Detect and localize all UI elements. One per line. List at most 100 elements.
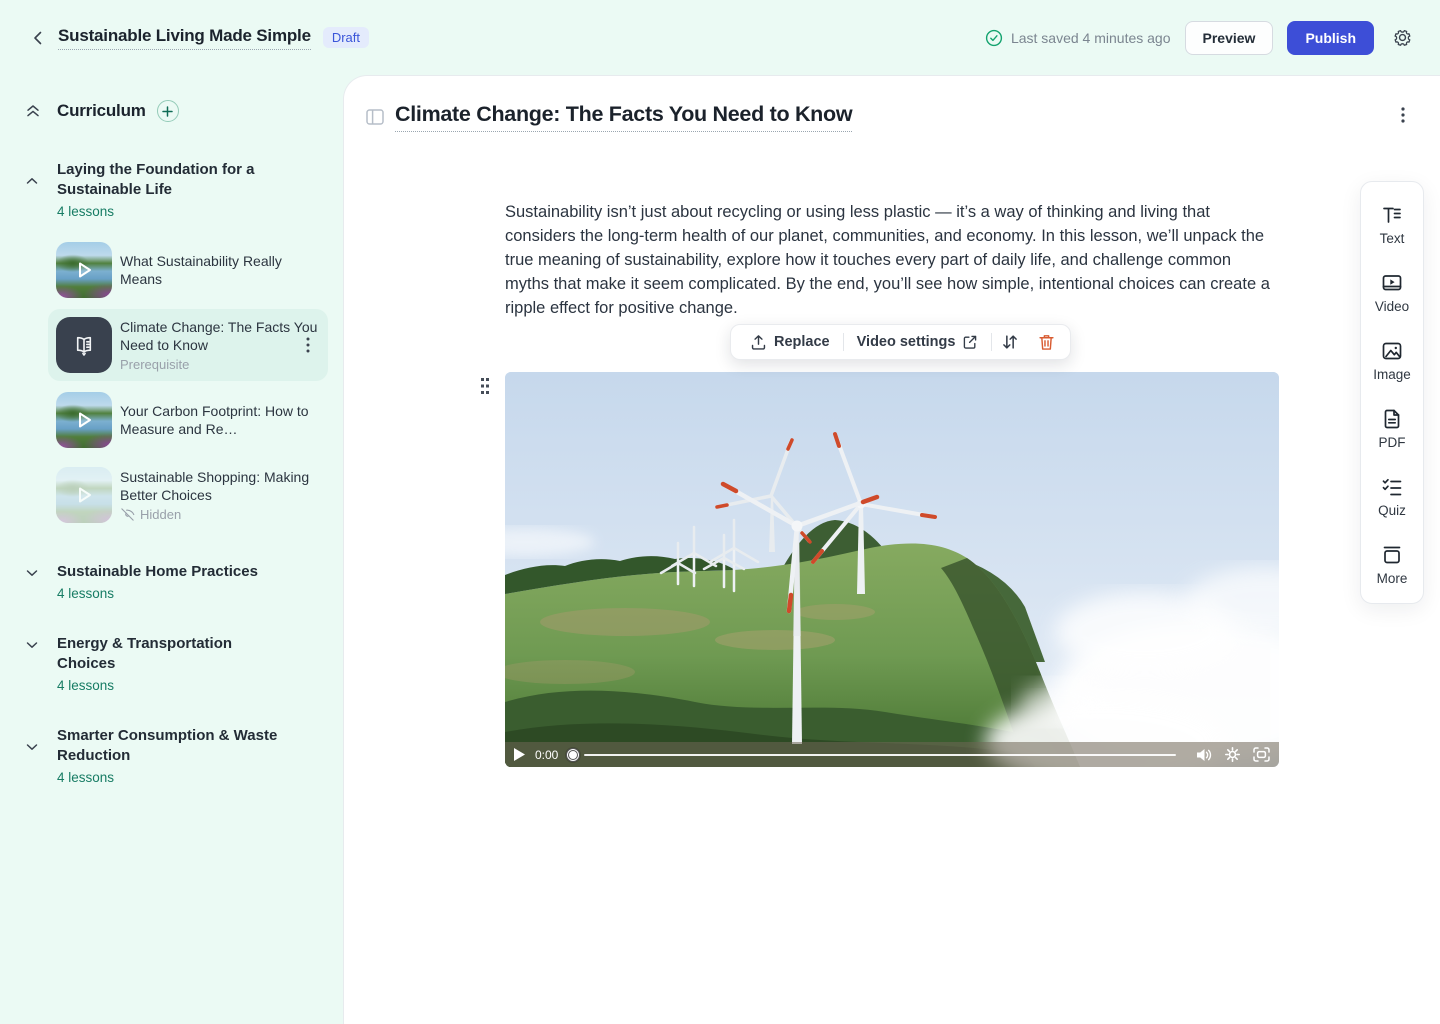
save-status: Last saved 4 minutes ago — [985, 29, 1171, 47]
trash-icon — [1038, 333, 1055, 351]
lesson-intro-paragraph[interactable]: Sustainability isn’t just about recyclin… — [505, 200, 1279, 320]
kebab-icon — [306, 337, 310, 353]
player-settings-button[interactable] — [1225, 747, 1240, 762]
delete-block-button[interactable] — [1028, 325, 1064, 359]
gear-icon — [1392, 27, 1413, 48]
last-saved-text: Last saved 4 minutes ago — [1011, 30, 1171, 46]
lesson-subtitle: Prerequisite — [120, 357, 320, 372]
section-lesson-count: 4 lessons — [57, 770, 343, 785]
publish-button[interactable]: Publish — [1287, 21, 1374, 55]
saved-check-icon — [985, 29, 1003, 47]
lesson-video-thumbnail — [56, 392, 112, 448]
pdf-icon — [1380, 407, 1404, 431]
video-settings-label: Video settings — [857, 334, 956, 350]
progress-bar[interactable] — [584, 754, 1176, 756]
play-icon — [72, 483, 96, 507]
chevron-down-icon[interactable] — [25, 740, 39, 754]
section-title[interactable]: Energy & Transportation Choices — [57, 634, 287, 674]
plus-icon — [162, 106, 173, 117]
video-controls-bar: 0:00 — [505, 742, 1279, 767]
section-title[interactable]: Laying the Foundation for a Sustainable … — [57, 160, 287, 200]
current-time: 0:00 — [535, 748, 558, 762]
scrubber-handle[interactable] — [566, 748, 580, 762]
top-header: Sustainable Living Made Simple Draft Las… — [0, 0, 1440, 75]
cog-icon — [1225, 747, 1240, 762]
chevron-down-icon[interactable] — [25, 638, 39, 652]
replace-label: Replace — [774, 334, 830, 350]
play-button[interactable] — [514, 748, 525, 761]
insert-more-button[interactable]: More — [1377, 543, 1408, 586]
section-title[interactable]: Sustainable Home Practices — [57, 562, 258, 582]
insert-text-button[interactable]: Text — [1380, 203, 1405, 246]
insert-item-label: Video — [1375, 299, 1409, 314]
double-chevron-up-icon — [24, 102, 42, 120]
preview-button[interactable]: Preview — [1185, 21, 1274, 55]
upload-icon — [750, 334, 767, 351]
curriculum-section: Energy & Transportation Choices 4 lesson… — [0, 634, 343, 693]
insert-item-label: PDF — [1379, 435, 1406, 450]
lesson-title: Sustainable Shopping: Making Better Choi… — [120, 468, 320, 504]
lesson-options-button[interactable] — [1392, 104, 1414, 126]
external-link-icon — [962, 334, 978, 350]
block-drag-handle[interactable] — [477, 376, 493, 396]
video-block-toolbar: Replace Video settings — [730, 324, 1071, 360]
lesson-title: What Sustainability Really Means — [120, 252, 320, 288]
lesson-reading-tile — [56, 317, 112, 373]
panel-layout-icon — [366, 109, 384, 125]
chevron-down-icon[interactable] — [25, 566, 39, 580]
chevron-left-icon — [30, 30, 46, 46]
insert-item-label: More — [1377, 571, 1408, 586]
more-icon — [1380, 543, 1404, 567]
insert-quiz-button[interactable]: Quiz — [1378, 475, 1406, 518]
play-icon — [72, 408, 96, 432]
lesson-video-thumbnail — [56, 242, 112, 298]
replace-button[interactable]: Replace — [737, 325, 843, 359]
lesson-menu-button[interactable] — [298, 335, 318, 355]
fullscreen-icon — [1253, 747, 1270, 762]
curriculum-section: Sustainable Home Practices 4 lessons — [0, 562, 343, 601]
course-title[interactable]: Sustainable Living Made Simple — [58, 26, 311, 50]
curriculum-sidebar: Curriculum Laying the Foundation for a S… — [0, 75, 343, 1024]
back-button[interactable] — [24, 24, 52, 52]
text-icon — [1380, 203, 1404, 227]
video-block[interactable]: 0:00 — [505, 372, 1279, 767]
lesson-item[interactable]: What Sustainability Really Means — [48, 234, 328, 306]
lesson-video-thumbnail — [56, 467, 112, 523]
insert-image-button[interactable]: Image — [1373, 339, 1411, 382]
play-icon — [72, 258, 96, 282]
volume-button[interactable] — [1196, 748, 1212, 762]
collapse-all-button[interactable] — [24, 102, 42, 120]
lesson-title: Your Carbon Footprint: How to Measure an… — [120, 402, 320, 438]
insert-block-toolbar: Text Video Image PDF Quiz More — [1360, 181, 1424, 604]
section-title[interactable]: Smarter Consumption & Waste Reduction — [57, 726, 287, 766]
image-icon — [1380, 339, 1404, 363]
lesson-title: Climate Change: The Facts You Need to Kn… — [120, 318, 320, 354]
eye-off-icon — [120, 507, 135, 522]
insert-item-label: Image — [1373, 367, 1411, 382]
section-lesson-count: 4 lessons — [57, 586, 343, 601]
video-icon — [1380, 271, 1404, 295]
kebab-icon — [1401, 107, 1405, 123]
open-book-icon — [71, 332, 97, 358]
curriculum-section: Smarter Consumption & Waste Reduction 4 … — [0, 726, 343, 785]
lesson-item[interactable]: Your Carbon Footprint: How to Measure an… — [48, 384, 328, 456]
play-icon — [514, 748, 525, 761]
toggle-sidebar-button[interactable] — [363, 105, 387, 129]
fullscreen-button[interactable] — [1253, 747, 1270, 762]
lesson-page-title[interactable]: Climate Change: The Facts You Need to Kn… — [395, 102, 852, 132]
hidden-label: Hidden — [140, 507, 181, 522]
insert-item-label: Quiz — [1378, 503, 1406, 518]
volume-icon — [1196, 748, 1212, 762]
insert-pdf-button[interactable]: PDF — [1379, 407, 1406, 450]
move-block-button[interactable] — [992, 325, 1028, 359]
lesson-item-hidden[interactable]: Sustainable Shopping: Making Better Choi… — [48, 459, 328, 531]
lesson-item-selected[interactable]: Climate Change: The Facts You Need to Kn… — [48, 309, 328, 381]
curriculum-title: Curriculum — [57, 101, 146, 121]
insert-video-button[interactable]: Video — [1375, 271, 1409, 314]
add-section-button[interactable] — [157, 100, 179, 122]
drag-dots-icon — [480, 377, 490, 395]
insert-item-label: Text — [1380, 231, 1405, 246]
chevron-up-icon[interactable] — [25, 174, 39, 188]
video-settings-button[interactable]: Video settings — [844, 325, 992, 359]
settings-button[interactable] — [1388, 24, 1416, 52]
